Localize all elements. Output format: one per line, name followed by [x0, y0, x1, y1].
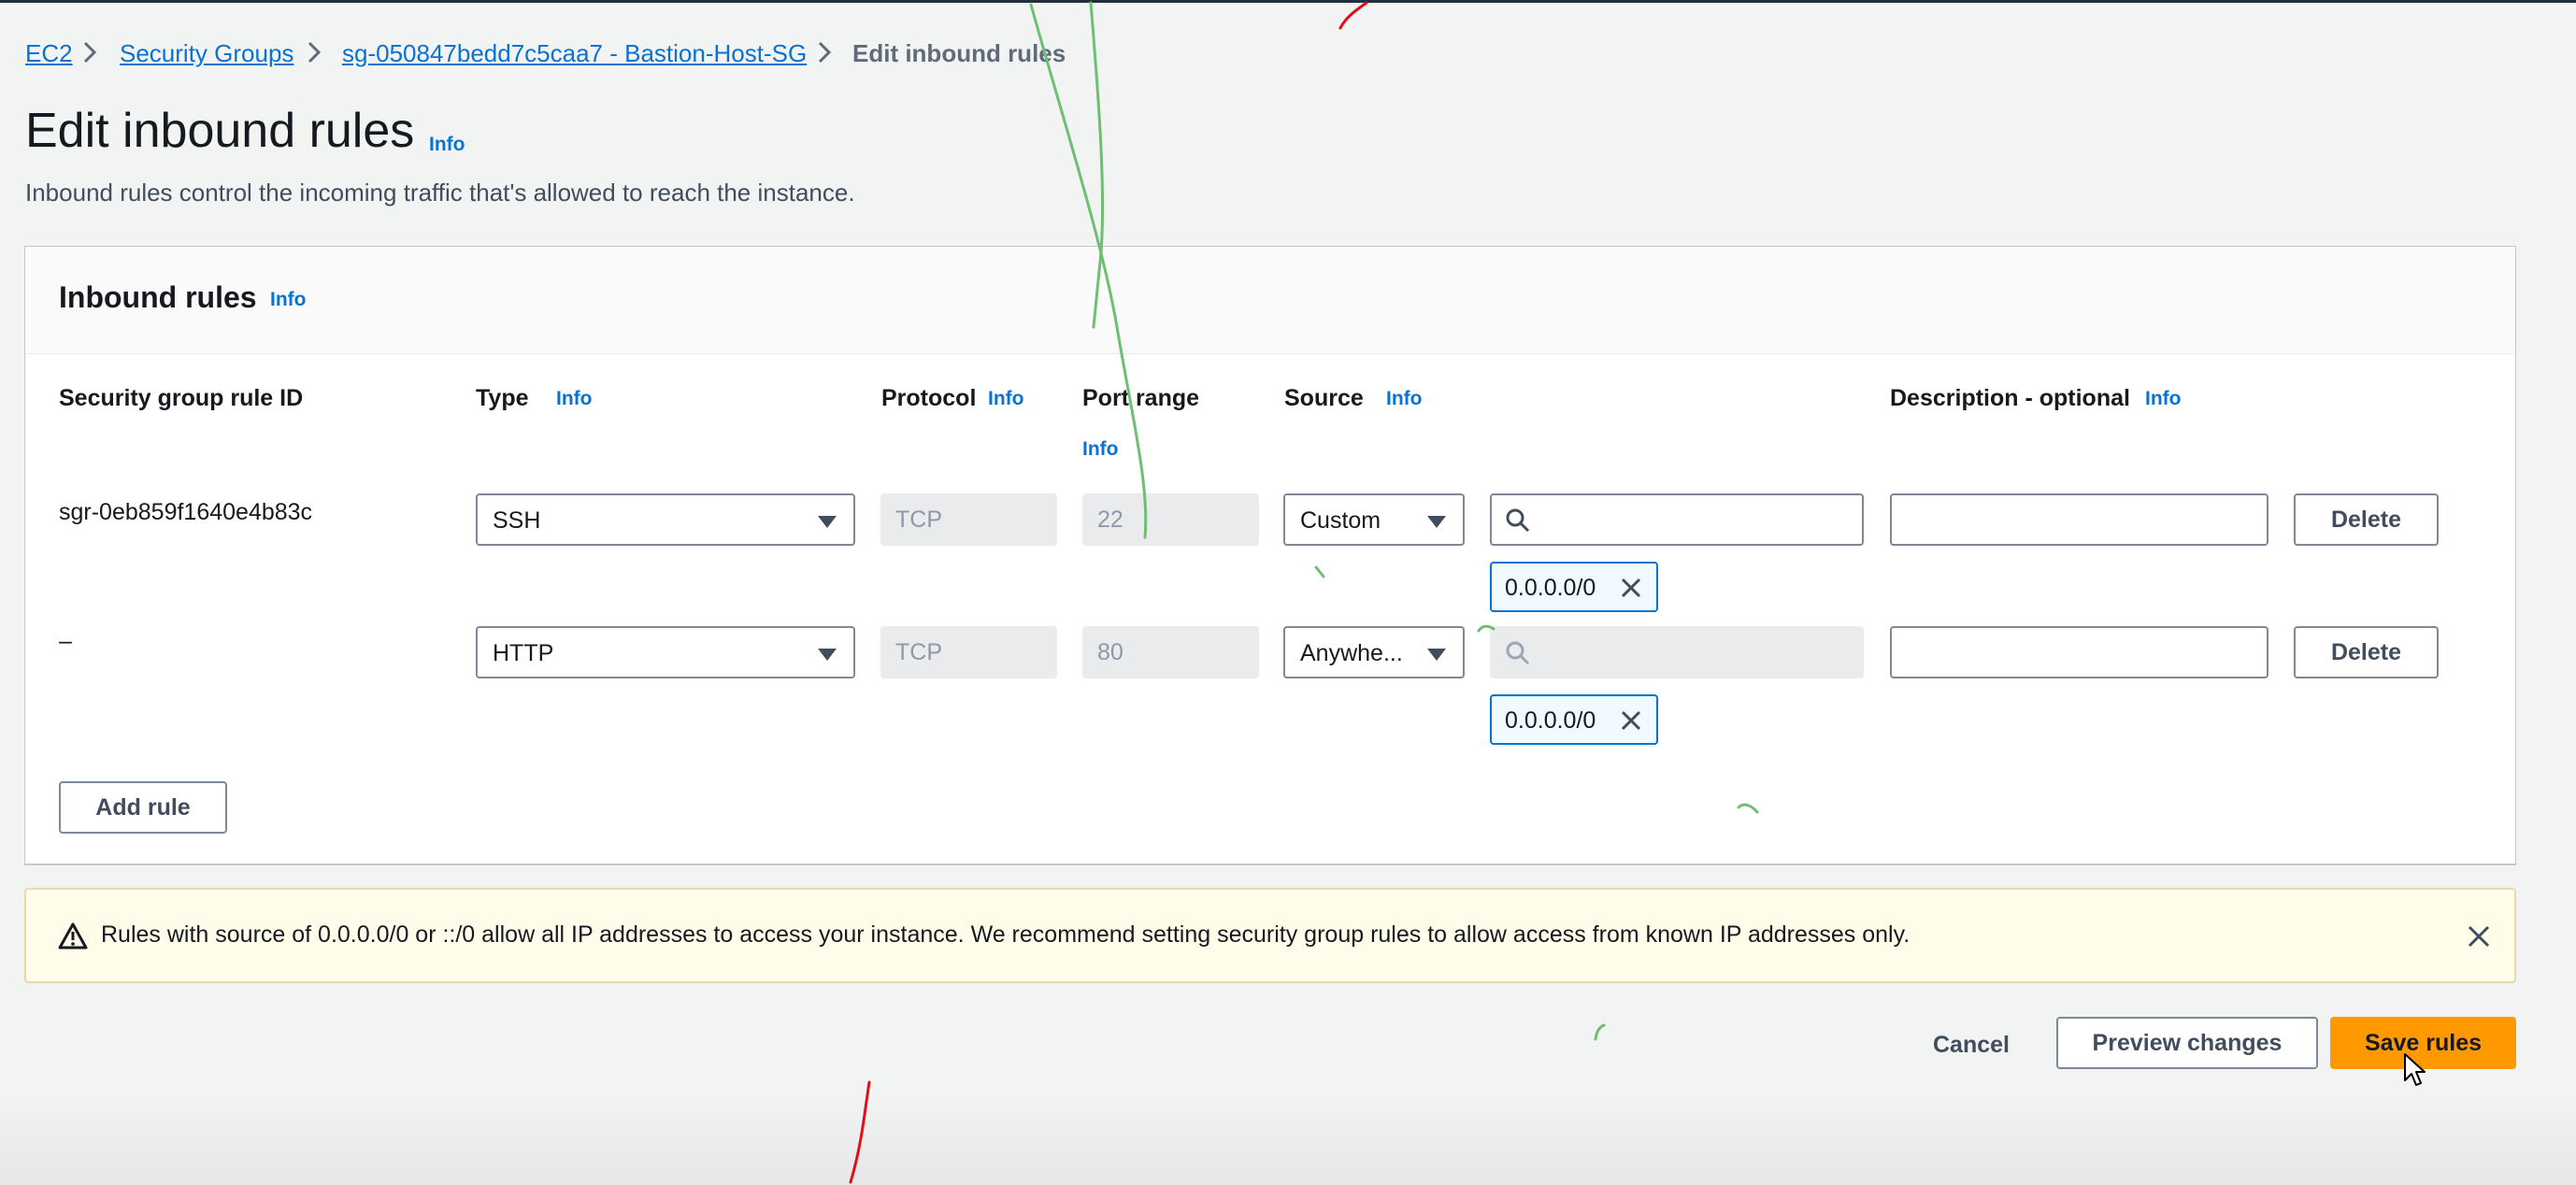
cursor-icon — [2404, 1053, 2426, 1086]
type-value: SSH — [493, 507, 541, 534]
breadcrumb-security-groups[interactable]: Security Groups — [120, 39, 293, 68]
page-description: Inbound rules control the incoming traff… — [25, 178, 855, 207]
top-border — [0, 0, 2576, 3]
page-title: Edit inbound rules — [25, 103, 414, 159]
rule-id: – — [59, 628, 72, 654]
delete-button[interactable]: Delete — [2294, 493, 2439, 546]
cidr-token: 0.0.0.0/0 — [1490, 562, 1658, 612]
search-icon — [1506, 641, 1530, 665]
source-search-input — [1490, 626, 1864, 678]
source-search-input[interactable] — [1490, 493, 1864, 546]
breadcrumb-ec2[interactable]: EC2 — [25, 39, 73, 68]
preview-changes-button[interactable]: Preview changes — [2056, 1017, 2318, 1069]
panel-info-link[interactable]: Info — [270, 289, 306, 311]
port-value: 80 — [1097, 639, 1123, 665]
rule-id: sgr-0eb859f1640e4b83c — [59, 499, 313, 525]
caret-down-icon — [818, 516, 837, 528]
cancel-button[interactable]: Cancel — [1911, 1019, 2032, 1071]
close-icon[interactable] — [1619, 576, 1643, 600]
alert-text: Rules with source of 0.0.0.0/0 or ::/0 a… — [101, 921, 1911, 948]
source-value: Anywhe... — [1300, 640, 1403, 666]
warning-icon — [58, 922, 88, 949]
protocol-value: TCP — [895, 507, 942, 533]
page-info-link[interactable]: Info — [429, 134, 465, 156]
page-title-text: Edit inbound rules — [25, 104, 415, 158]
port-range-field: 22 — [1082, 493, 1259, 546]
type-select[interactable]: SSH — [476, 493, 855, 546]
chevron-right-icon — [83, 41, 97, 64]
bottom-gradient — [0, 1093, 2576, 1185]
warning-alert: Rules with source of 0.0.0.0/0 or ::/0 a… — [24, 888, 2516, 983]
protocol-info-link[interactable]: Info — [988, 388, 1023, 410]
col-rule-id: Security group rule ID — [59, 385, 304, 411]
caret-down-icon — [818, 649, 837, 661]
type-info-link[interactable]: Info — [556, 388, 592, 410]
breadcrumb-current: Edit inbound rules — [852, 39, 1066, 67]
port-range-field: 80 — [1082, 626, 1259, 678]
chevron-right-icon — [308, 41, 322, 64]
cidr-value: 0.0.0.0/0 — [1505, 707, 1596, 734]
description-input[interactable] — [1890, 493, 2268, 546]
col-source: Source — [1284, 385, 1364, 411]
col-port-range: Port range — [1082, 385, 1200, 411]
description-info-link[interactable]: Info — [2145, 388, 2181, 410]
protocol-field: TCP — [880, 626, 1057, 678]
source-select[interactable]: Custom — [1283, 493, 1465, 546]
description-input[interactable] — [1890, 626, 2268, 678]
protocol-value: TCP — [895, 639, 942, 665]
source-value: Custom — [1300, 507, 1381, 534]
close-icon[interactable] — [1619, 708, 1643, 733]
caret-down-icon — [1427, 649, 1446, 661]
source-info-link[interactable]: Info — [1386, 388, 1422, 410]
delete-button[interactable]: Delete — [2294, 626, 2439, 678]
inbound-rules-panel: Inbound rules Info Security group rule I… — [24, 246, 2516, 865]
port-value: 22 — [1097, 507, 1123, 533]
breadcrumb-security-group[interactable]: sg-050847bedd7c5caa7 - Bastion-Host-SG — [342, 39, 807, 68]
protocol-field: TCP — [880, 493, 1057, 546]
panel-header: Inbound rules Info — [25, 247, 2515, 354]
add-rule-button[interactable]: Add rule — [59, 781, 227, 834]
close-icon[interactable] — [2466, 923, 2492, 949]
cidr-value: 0.0.0.0/0 — [1505, 575, 1596, 601]
col-protocol: Protocol — [881, 385, 977, 411]
type-select[interactable]: HTTP — [476, 626, 855, 678]
panel-title: Inbound rules — [59, 280, 257, 314]
type-value: HTTP — [493, 640, 554, 666]
chevron-right-icon — [818, 41, 832, 64]
caret-down-icon — [1427, 516, 1446, 528]
col-type: Type — [476, 385, 529, 411]
port-info-link[interactable]: Info — [1082, 438, 1118, 461]
col-description: Description - optional — [1890, 385, 2130, 411]
cidr-token: 0.0.0.0/0 — [1490, 694, 1658, 745]
search-icon — [1506, 508, 1530, 533]
source-select[interactable]: Anywhe... — [1283, 626, 1465, 678]
